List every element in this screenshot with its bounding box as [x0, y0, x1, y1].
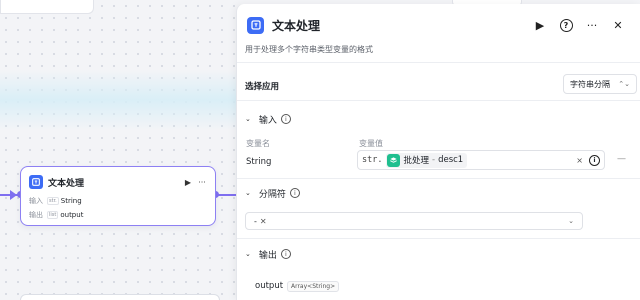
node-run-icon[interactable]: ▶	[181, 178, 195, 187]
partial-node-top[interactable]	[0, 0, 94, 14]
node-output-type-tag: list	[47, 211, 59, 219]
ref-separator: -	[432, 155, 436, 165]
partial-node-bottom[interactable]	[20, 294, 220, 300]
output-section-title: 输出	[258, 250, 277, 261]
node-output-label: 输出	[29, 211, 43, 219]
collapse-chevron-icon[interactable]: ⌄	[245, 115, 251, 123]
variable-name[interactable]: String	[246, 157, 271, 167]
text-process-app-icon	[247, 16, 264, 34]
panel-description: 用于处理多个字符串类型变量的格式	[245, 45, 373, 54]
ref-variable: desc1	[438, 155, 464, 165]
text-process-node[interactable]: 文本处理 ▶ ··· 输入 str. String 输出 list output	[20, 166, 216, 226]
collapse-chevron-icon[interactable]: ⌄	[245, 250, 251, 258]
column-header-name: 变量名	[246, 139, 270, 148]
incoming-edge-arrow-icon	[10, 190, 17, 200]
node-title: 文本处理	[48, 178, 85, 189]
separator-section-header[interactable]: ⌄ 分隔符 i	[245, 186, 300, 200]
output-type-badge: Array<String>	[287, 281, 340, 292]
help-icon[interactable]: ?	[553, 14, 579, 36]
divider	[237, 100, 640, 101]
clear-icon[interactable]: ×	[576, 156, 583, 165]
help-circle: ?	[559, 18, 573, 32]
separator-section-title: 分隔符	[258, 189, 286, 200]
output-section-header[interactable]: ⌄ 输出 i	[245, 247, 291, 261]
input-section-header[interactable]: ⌄ 输入 i	[245, 112, 291, 126]
more-icon[interactable]: ···	[579, 14, 605, 36]
chevron-updown-icon: ⌃⌄	[618, 80, 630, 88]
divider	[237, 238, 640, 239]
input-section-title: 输入	[258, 115, 277, 126]
info-icon[interactable]: i	[289, 188, 300, 198]
select-app-label: 选择应用	[245, 82, 280, 92]
play-icon[interactable]: ▶	[527, 14, 553, 36]
divider	[237, 62, 640, 63]
panel-header: 文本处理 ▶ ? ··· ✕	[247, 14, 631, 36]
canvas-highlight-band	[0, 70, 240, 130]
info-icon[interactable]: i	[280, 114, 291, 124]
node-input-row: 输入 str. String	[29, 196, 82, 206]
ref-type-prefix: str.	[362, 155, 383, 165]
node-input-value: String	[60, 197, 82, 205]
close-icon[interactable]: ✕	[605, 14, 631, 36]
batch-node-icon	[387, 153, 401, 167]
info-icon[interactable]: i	[589, 154, 600, 166]
separator-select[interactable]: - ✕ ⌄	[245, 212, 583, 230]
node-input-type-tag: str.	[47, 197, 59, 205]
text-process-app-icon	[29, 175, 43, 189]
select-app-value: 字符串分隔	[570, 79, 610, 89]
ref-source: 批处理	[403, 156, 429, 166]
chevron-down-icon: ⌄	[568, 217, 574, 225]
panel-title[interactable]: 文本处理	[272, 17, 527, 34]
outgoing-edge	[216, 194, 238, 196]
select-app-dropdown[interactable]: 字符串分隔 ⌃⌄	[563, 74, 637, 94]
node-config-panel: 文本处理 ▶ ? ··· ✕ 用于处理多个字符串类型变量的格式 选择应用 字符串…	[236, 4, 640, 300]
info-icon[interactable]: i	[280, 249, 291, 259]
divider	[237, 178, 640, 179]
variable-reference-input[interactable]: str. 批处理 - desc1 × i	[357, 150, 605, 170]
remove-tag-icon[interactable]: ✕	[260, 217, 267, 226]
separator-tag: -	[254, 216, 257, 226]
node-output-value: output	[60, 211, 84, 219]
output-variable-name: output	[255, 281, 284, 291]
remove-row-icon[interactable]: —	[617, 154, 626, 164]
node-input-label: 输入	[29, 197, 43, 205]
collapse-chevron-icon[interactable]: ⌄	[245, 189, 251, 197]
node-output-row: 输出 list output	[29, 210, 83, 220]
node-more-icon[interactable]: ···	[195, 178, 209, 187]
variable-reference-tag[interactable]: 批处理 - desc1	[386, 152, 468, 168]
column-header-value: 变量值	[359, 139, 383, 148]
